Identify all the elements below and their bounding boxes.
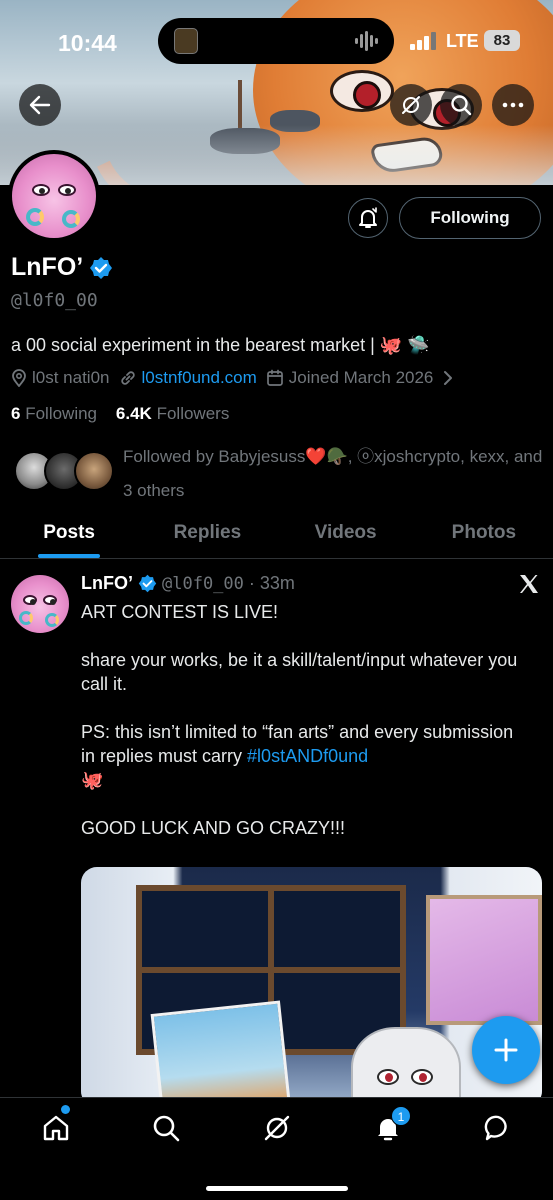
media-character	[351, 1027, 461, 1107]
plus-icon	[494, 1038, 518, 1062]
octopus-emoji: 🐙	[81, 770, 104, 790]
profile-bio: a 00 social experiment in the bearest ma…	[11, 335, 430, 355]
avatar-tentacle-swirl	[45, 613, 59, 627]
more-options-button[interactable]	[492, 84, 534, 126]
bell-icon	[359, 207, 377, 228]
profile-handle: @l0f0_00	[11, 290, 98, 311]
now-playing-thumbnail	[174, 28, 198, 54]
profile-avatar[interactable]	[8, 150, 100, 242]
arrow-left-icon	[29, 95, 51, 115]
search-icon	[451, 95, 472, 116]
more-dots-icon	[502, 102, 524, 108]
character-eye	[377, 1069, 399, 1085]
chevron-right-icon[interactable]	[442, 370, 454, 386]
profile-name: LnFO’	[11, 253, 84, 281]
following-label: Following	[25, 404, 98, 423]
avatar-octopus-image	[12, 154, 96, 238]
website-link[interactable]: l0stnf0und.com	[142, 368, 257, 388]
website-item[interactable]: l0stnf0und.com	[119, 368, 257, 388]
profile-name-row: LnFO’	[11, 253, 113, 282]
post-line: ART CONTEST IS LIVE!	[81, 602, 279, 622]
search-button[interactable]	[440, 84, 482, 126]
followed-by-text[interactable]: Followed by Babyjesuss❤️🪖, ⓞxjoshcrypto,…	[123, 440, 543, 508]
banner-tree	[238, 80, 242, 128]
post-author-handle[interactable]: @l0f0_00	[162, 574, 244, 594]
home-unread-dot	[61, 1105, 70, 1114]
post-timestamp[interactable]: 33m	[260, 573, 295, 594]
network-type: LTE	[446, 31, 479, 51]
following-count: 6	[11, 404, 21, 423]
link-icon	[120, 371, 135, 385]
avatar-tentacle-swirl	[62, 210, 80, 228]
location-item: l0st nati0n	[11, 368, 110, 388]
profile-tabs: Posts Replies Videos Photos	[0, 507, 553, 559]
grok-icon	[402, 96, 420, 114]
status-bar: 10:44 LTE 83	[0, 0, 553, 80]
media-canvas-painting	[150, 1000, 292, 1107]
joined-text: Joined March 2026	[288, 368, 434, 387]
avatar-eye	[43, 595, 57, 605]
calendar-icon	[266, 369, 283, 386]
nav-search[interactable]	[150, 1112, 182, 1144]
x-logo-icon	[520, 575, 538, 593]
battery-level: 83	[484, 30, 520, 51]
nav-home[interactable]	[40, 1112, 72, 1144]
post-line-with-hashtag: PS: this isn’t limited to “fan arts” and…	[81, 720, 531, 792]
post-body[interactable]: ART CONTEST IS LIVE! share your works, b…	[81, 600, 531, 864]
cellular-signal-icon	[410, 32, 436, 50]
avatar-eye	[23, 595, 37, 605]
location-text: l0st nati0n	[32, 368, 110, 387]
post-line: GOOD LUCK AND GO CRAZY!!!	[81, 818, 346, 838]
tab-videos[interactable]: Videos	[277, 507, 415, 558]
location-pin-icon	[12, 369, 26, 387]
hashtag-link[interactable]: #l0stANDf0und	[247, 746, 368, 766]
followers-label: Followers	[156, 404, 230, 423]
status-time: 10:44	[58, 30, 117, 56]
post-author-name[interactable]: LnFO’	[81, 573, 133, 594]
post-separator: ·	[248, 573, 255, 593]
search-icon	[153, 1115, 180, 1142]
following-count-link[interactable]: 6 Following	[11, 404, 97, 423]
back-button[interactable]	[19, 84, 61, 126]
tab-photos[interactable]: Photos	[415, 507, 553, 558]
avatar-eye	[58, 184, 76, 196]
grok-button[interactable]	[390, 84, 432, 126]
following-button[interactable]: Following	[399, 197, 541, 239]
tab-replies[interactable]: Replies	[138, 507, 276, 558]
avatar-eye	[32, 184, 50, 196]
media-poster	[426, 895, 542, 1025]
compose-post-button[interactable]	[472, 1016, 540, 1084]
notifications-badge: 1	[391, 1106, 411, 1126]
verified-badge-icon	[138, 574, 157, 593]
bottom-navigation	[0, 1097, 553, 1200]
profile-meta: l0st nati0n l0stnf0und.com Joined March …	[11, 368, 454, 388]
joined-item: Joined March 2026	[266, 368, 434, 388]
followers-count: 6.4K	[115, 404, 152, 423]
home-indicator[interactable]	[206, 1186, 348, 1191]
post-header: LnFO’ @l0f0_00 · 33m	[81, 573, 295, 594]
grok-icon	[264, 1115, 290, 1141]
avatar-tentacle-swirl	[26, 208, 44, 226]
nav-grok[interactable]	[261, 1112, 293, 1144]
character-eye	[411, 1069, 433, 1085]
post-media-image[interactable]	[81, 867, 542, 1107]
chat-bubble-icon	[484, 1115, 507, 1141]
dynamic-island[interactable]	[158, 18, 394, 64]
tab-posts[interactable]: Posts	[0, 507, 138, 558]
followers-count-link[interactable]: 6.4K Followers	[116, 404, 229, 423]
verified-badge-icon[interactable]	[89, 256, 113, 280]
post-line: share your works, be it a skill/talent/i…	[81, 650, 518, 694]
home-icon	[43, 1115, 69, 1141]
audio-wave-icon	[355, 31, 378, 51]
nav-messages[interactable]	[482, 1112, 514, 1144]
post-author-avatar[interactable]	[11, 575, 69, 633]
follow-counts: 6 Following 6.4K Followers	[11, 404, 229, 424]
follower-avatar	[74, 451, 114, 491]
avatar-tentacle-swirl	[19, 611, 33, 625]
notification-settings-button[interactable]	[348, 198, 388, 238]
